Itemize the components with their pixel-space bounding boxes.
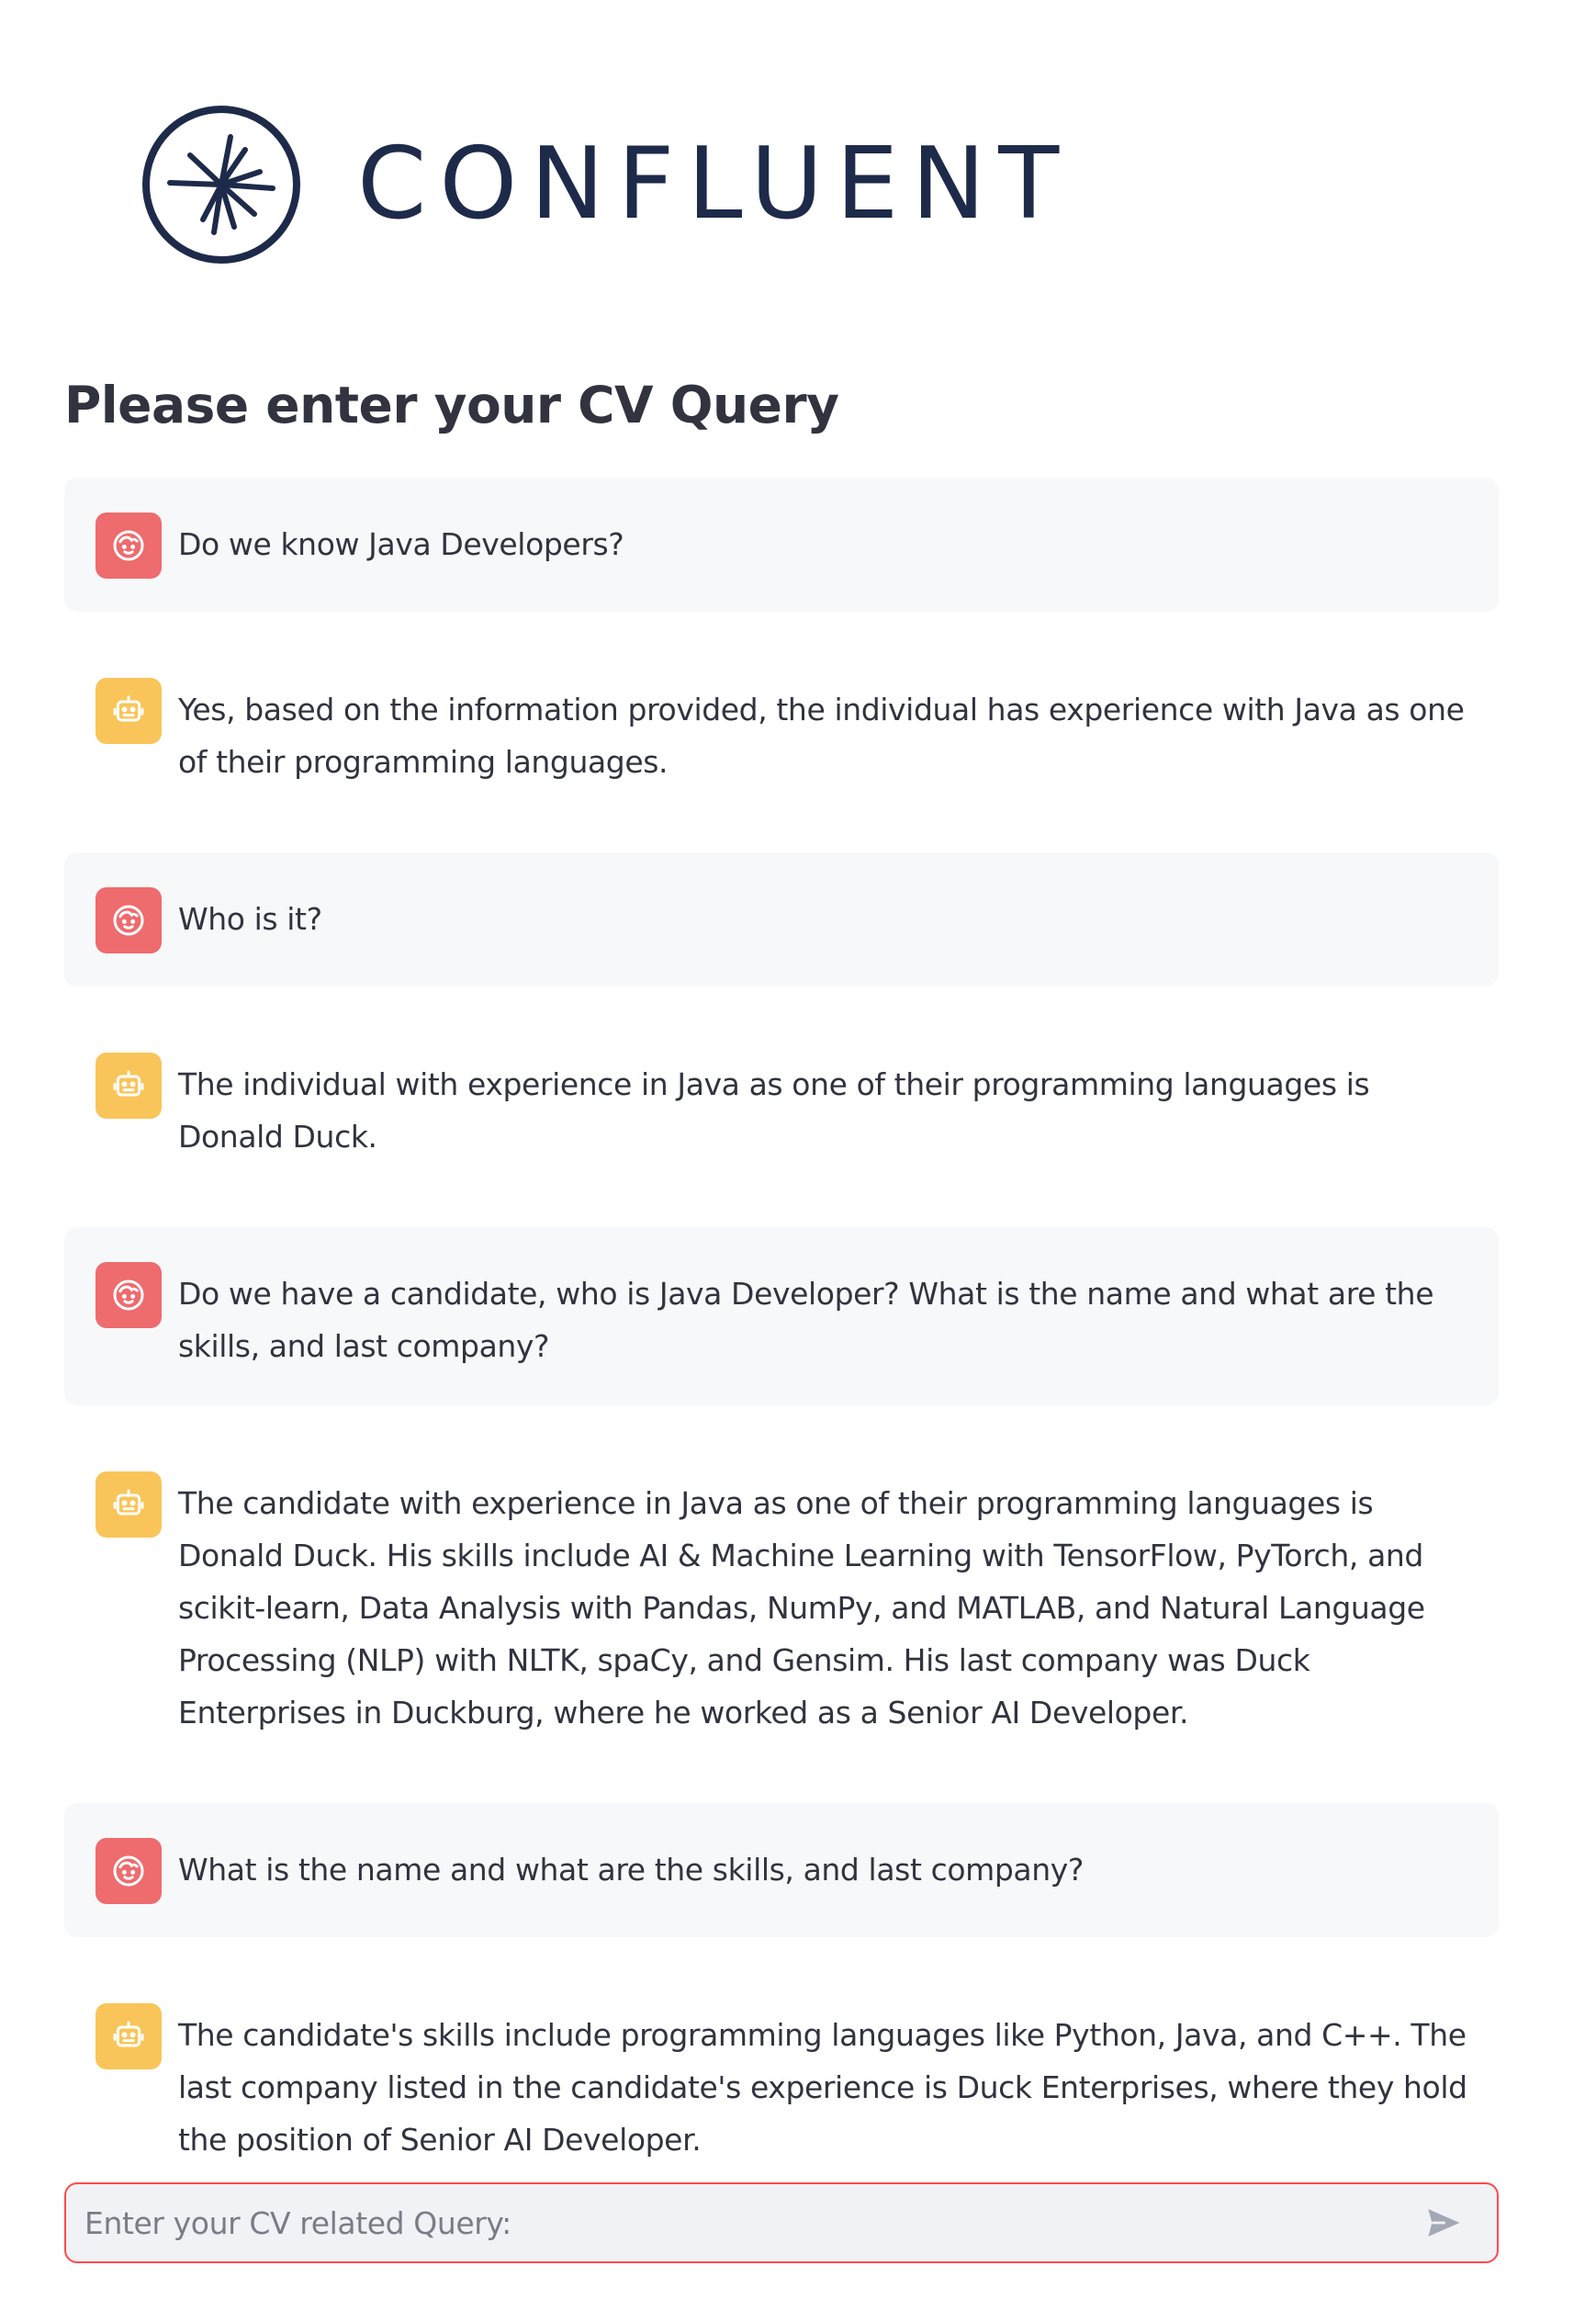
assistant-avatar: [96, 2003, 162, 2069]
robot-icon: [113, 2021, 144, 2047]
send-button[interactable]: [1407, 2186, 1480, 2260]
face-icon: [113, 1279, 144, 1311]
face-icon: [113, 905, 144, 936]
assistant-avatar: [96, 1471, 162, 1538]
assistant-message: The individual with experience in Java a…: [64, 1018, 1499, 1196]
user-avatar: [96, 1838, 162, 1904]
assistant-avatar: [96, 678, 162, 744]
user-message: Do we know Java Developers?: [64, 478, 1499, 612]
query-input[interactable]: [66, 2183, 1407, 2262]
message-text: The individual with experience in Java a…: [178, 1066, 1370, 1155]
page-title: Please enter your CV Query: [64, 376, 839, 434]
query-input-bar: [64, 2182, 1499, 2263]
message-text: Do we have a candidate, who is Java Deve…: [178, 1276, 1434, 1364]
user-avatar: [96, 1262, 162, 1328]
user-message: Who is it?: [64, 852, 1499, 986]
assistant-avatar: [96, 1053, 162, 1119]
robot-icon: [113, 695, 144, 722]
message-text: The candidate's skills include programmi…: [178, 2017, 1467, 2158]
confluent-logo: CONFLUENT: [139, 102, 1072, 267]
assistant-message: Yes, based on the information provided, …: [64, 643, 1499, 821]
message-text: Yes, based on the information provided, …: [178, 692, 1465, 780]
robot-icon: [113, 1489, 144, 1516]
confluent-logo-icon: [142, 106, 300, 264]
user-avatar: [96, 887, 162, 953]
message-text: Do we know Java Developers?: [178, 526, 624, 562]
brand-name: CONFLUENT: [357, 127, 1073, 242]
message-text: What is the name and what are the skills…: [178, 1852, 1084, 1888]
message-text: The candidate with experience in Java as…: [178, 1485, 1425, 1730]
assistant-message: The candidate with experience in Java as…: [64, 1437, 1499, 1772]
user-message: Do we have a candidate, who is Java Deve…: [64, 1227, 1499, 1405]
face-icon: [113, 1855, 144, 1887]
message-text: Who is it?: [178, 901, 322, 937]
robot-icon: [113, 1070, 144, 1097]
assistant-message: The candidate's skills include programmi…: [64, 1968, 1499, 2199]
user-message: What is the name and what are the skills…: [64, 1803, 1499, 1937]
send-icon: [1428, 2209, 1460, 2237]
chat-history: Do we know Java Developers? Yes, based on…: [64, 478, 1499, 2230]
face-icon: [113, 530, 144, 561]
user-avatar: [96, 513, 162, 579]
